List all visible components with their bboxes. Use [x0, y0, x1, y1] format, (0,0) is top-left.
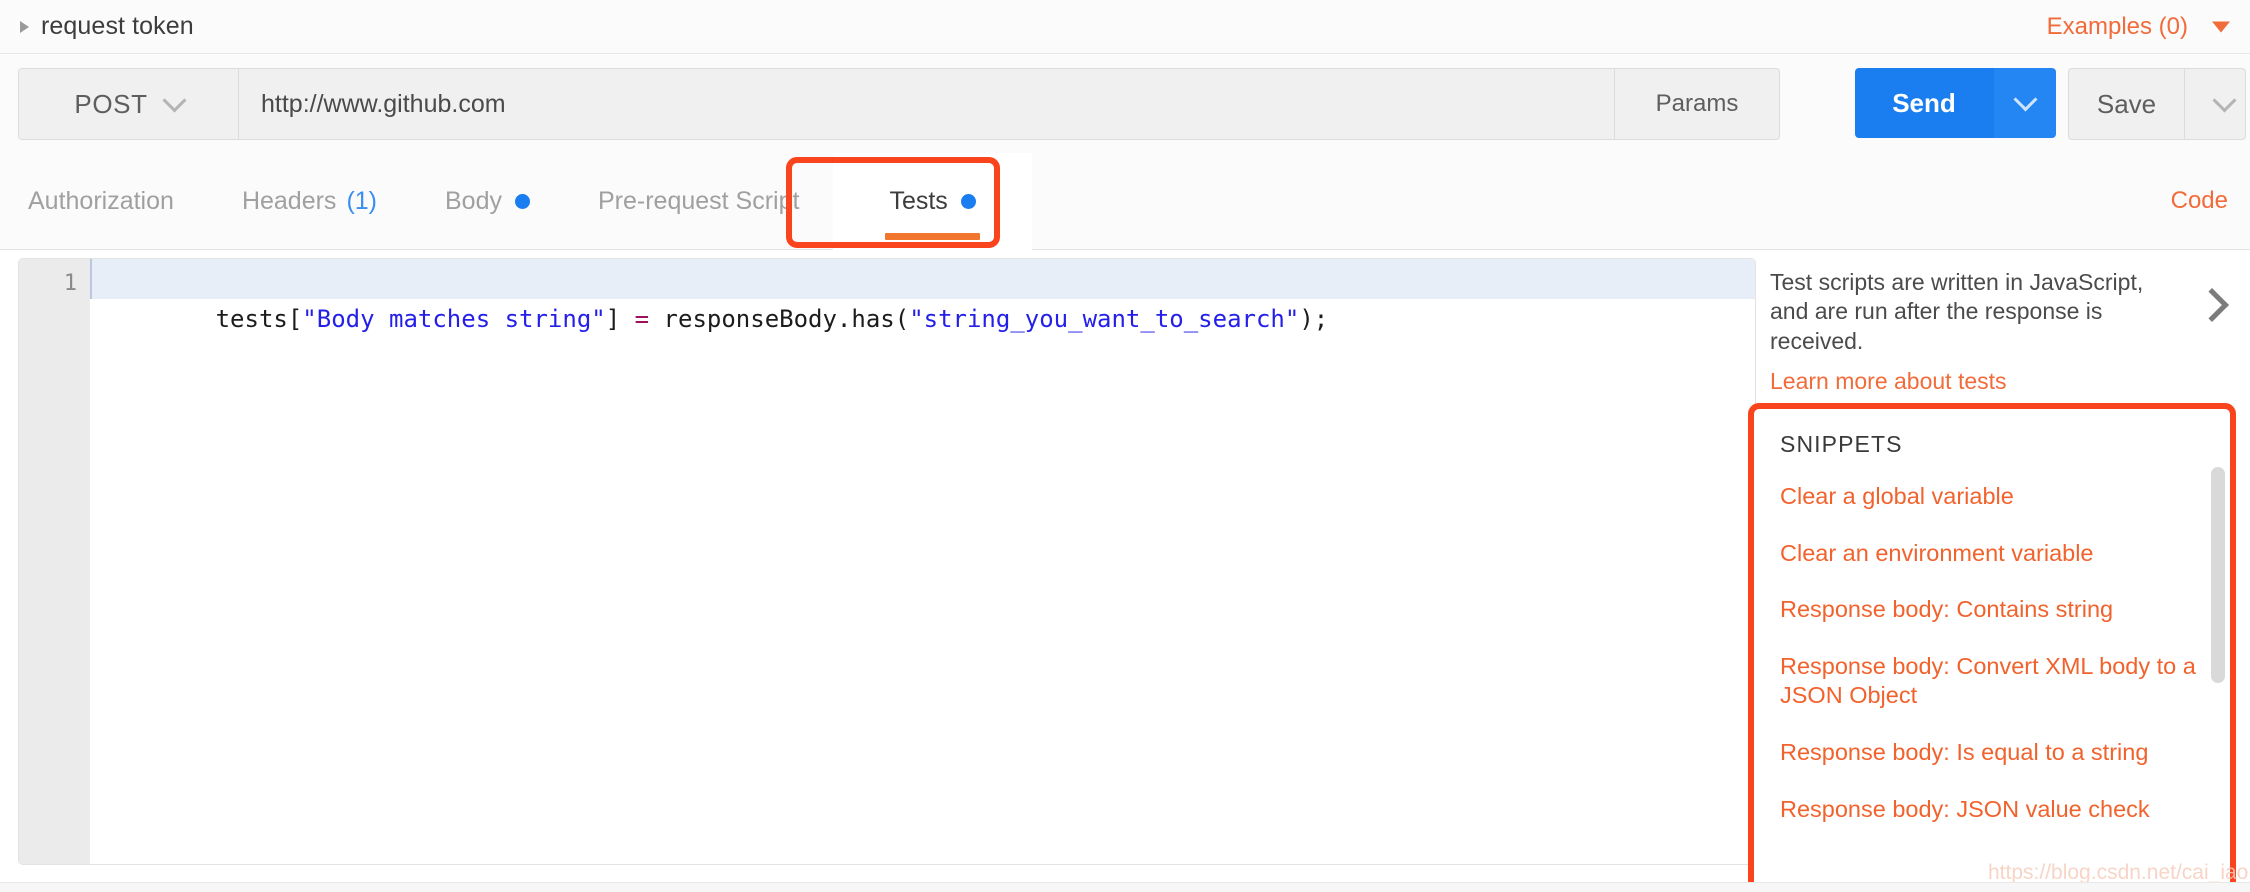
snippets-list: SNIPPETS Clear a global variable Clear a…: [1754, 409, 2230, 824]
tab-label: Headers: [241, 187, 337, 215]
tab-label: Authorization: [28, 187, 174, 215]
tab-label: Tests: [889, 187, 948, 215]
code-token: );: [1299, 305, 1329, 333]
url-input-group: POST Params: [18, 68, 1780, 140]
modified-dot-icon: [960, 194, 976, 209]
editor-line-gutter: 1: [19, 259, 90, 864]
code-token-operator: =: [634, 305, 650, 333]
postman-request-builder: request token Examples (0) POST Params S…: [0, 0, 2250, 892]
code-token: ]: [605, 305, 635, 333]
triangle-right-icon[interactable]: [20, 20, 29, 33]
snippet-item-clear-environment-variable[interactable]: Clear an environment variable: [1780, 539, 2204, 569]
tests-script-editor[interactable]: 1 tests["Body matches string"] = respons…: [18, 258, 1756, 865]
tab-headers[interactable]: Headers (1): [208, 153, 411, 250]
chevron-down-icon: [2211, 88, 2237, 113]
modified-dot-icon: [514, 194, 530, 209]
snippets-panel: SNIPPETS Clear a global variable Clear a…: [1748, 403, 2236, 892]
line-number: 1: [63, 271, 77, 296]
tab-body[interactable]: Body: [411, 153, 564, 250]
tab-badge-count: (1): [346, 187, 377, 215]
code-token: responseBody.has(: [649, 305, 910, 333]
editor-code-area[interactable]: tests["Body matches string"] = responseB…: [90, 259, 1755, 864]
snippet-item-clear-global-variable[interactable]: Clear a global variable: [1780, 482, 2204, 512]
send-options-button[interactable]: [1993, 68, 2056, 138]
tests-help-text: Test scripts are written in JavaScript, …: [1770, 268, 2170, 397]
tests-help-description: Test scripts are written in JavaScript, …: [1770, 269, 2144, 354]
request-url-input[interactable]: [239, 69, 1614, 139]
params-button[interactable]: Params: [1614, 69, 1779, 139]
send-button-group: Send: [1855, 68, 2056, 138]
page-title: request token: [41, 12, 194, 40]
save-options-button[interactable]: [2184, 69, 2245, 139]
snippet-item-response-body-contains-string[interactable]: Response body: Contains string: [1780, 595, 2204, 625]
tab-label: Pre-request Script: [597, 187, 800, 215]
learn-more-link[interactable]: Learn more about tests: [1770, 367, 2007, 396]
code-link[interactable]: Code: [2171, 187, 2228, 215]
snippet-item-response-body-json-value-check[interactable]: Response body: JSON value check: [1780, 795, 2204, 825]
request-tabs: Authorization Headers (1) Body Pre-reque…: [0, 153, 1032, 250]
tab-tests[interactable]: Tests: [833, 153, 1032, 250]
code-token: tests[: [215, 305, 303, 333]
chevron-down-icon[interactable]: [2212, 21, 2230, 32]
snippet-item-response-body-convert-xml-to-json[interactable]: Response body: Convert XML body to a JSO…: [1780, 652, 2204, 711]
save-button[interactable]: Save: [2069, 69, 2184, 139]
bottom-strip: [0, 882, 2250, 892]
http-method-select[interactable]: POST: [19, 69, 239, 139]
chevron-down-icon: [162, 88, 187, 113]
snippets-heading: SNIPPETS: [1780, 431, 1903, 457]
url-bar-row: POST Params Send Save: [0, 55, 2250, 153]
snippet-item-response-body-is-equal-to-string[interactable]: Response body: Is equal to a string: [1780, 738, 2204, 768]
chevron-right-icon[interactable]: [2195, 288, 2229, 322]
code-line-1[interactable]: tests["Body matches string"] = responseB…: [90, 259, 1755, 333]
tab-authorization[interactable]: Authorization: [0, 153, 208, 250]
chevron-down-icon: [2012, 87, 2038, 112]
snippets-scrollbar-thumb[interactable]: [2211, 467, 2225, 683]
send-button[interactable]: Send: [1855, 68, 1993, 138]
code-token-string: "string_you_want_to_search": [909, 305, 1300, 333]
http-method-label: POST: [74, 88, 148, 119]
active-tab-underline: [885, 233, 980, 240]
examples-link[interactable]: Examples (0): [2047, 13, 2188, 41]
request-header-bar: request token Examples (0): [0, 0, 2250, 54]
tab-label: Body: [445, 187, 502, 215]
code-token-string: "Body matches string": [302, 305, 606, 333]
request-tabs-bar: Authorization Headers (1) Body Pre-reque…: [0, 153, 2250, 250]
tab-pre-request-script[interactable]: Pre-request Script: [564, 153, 833, 250]
save-button-group: Save: [2068, 68, 2246, 140]
